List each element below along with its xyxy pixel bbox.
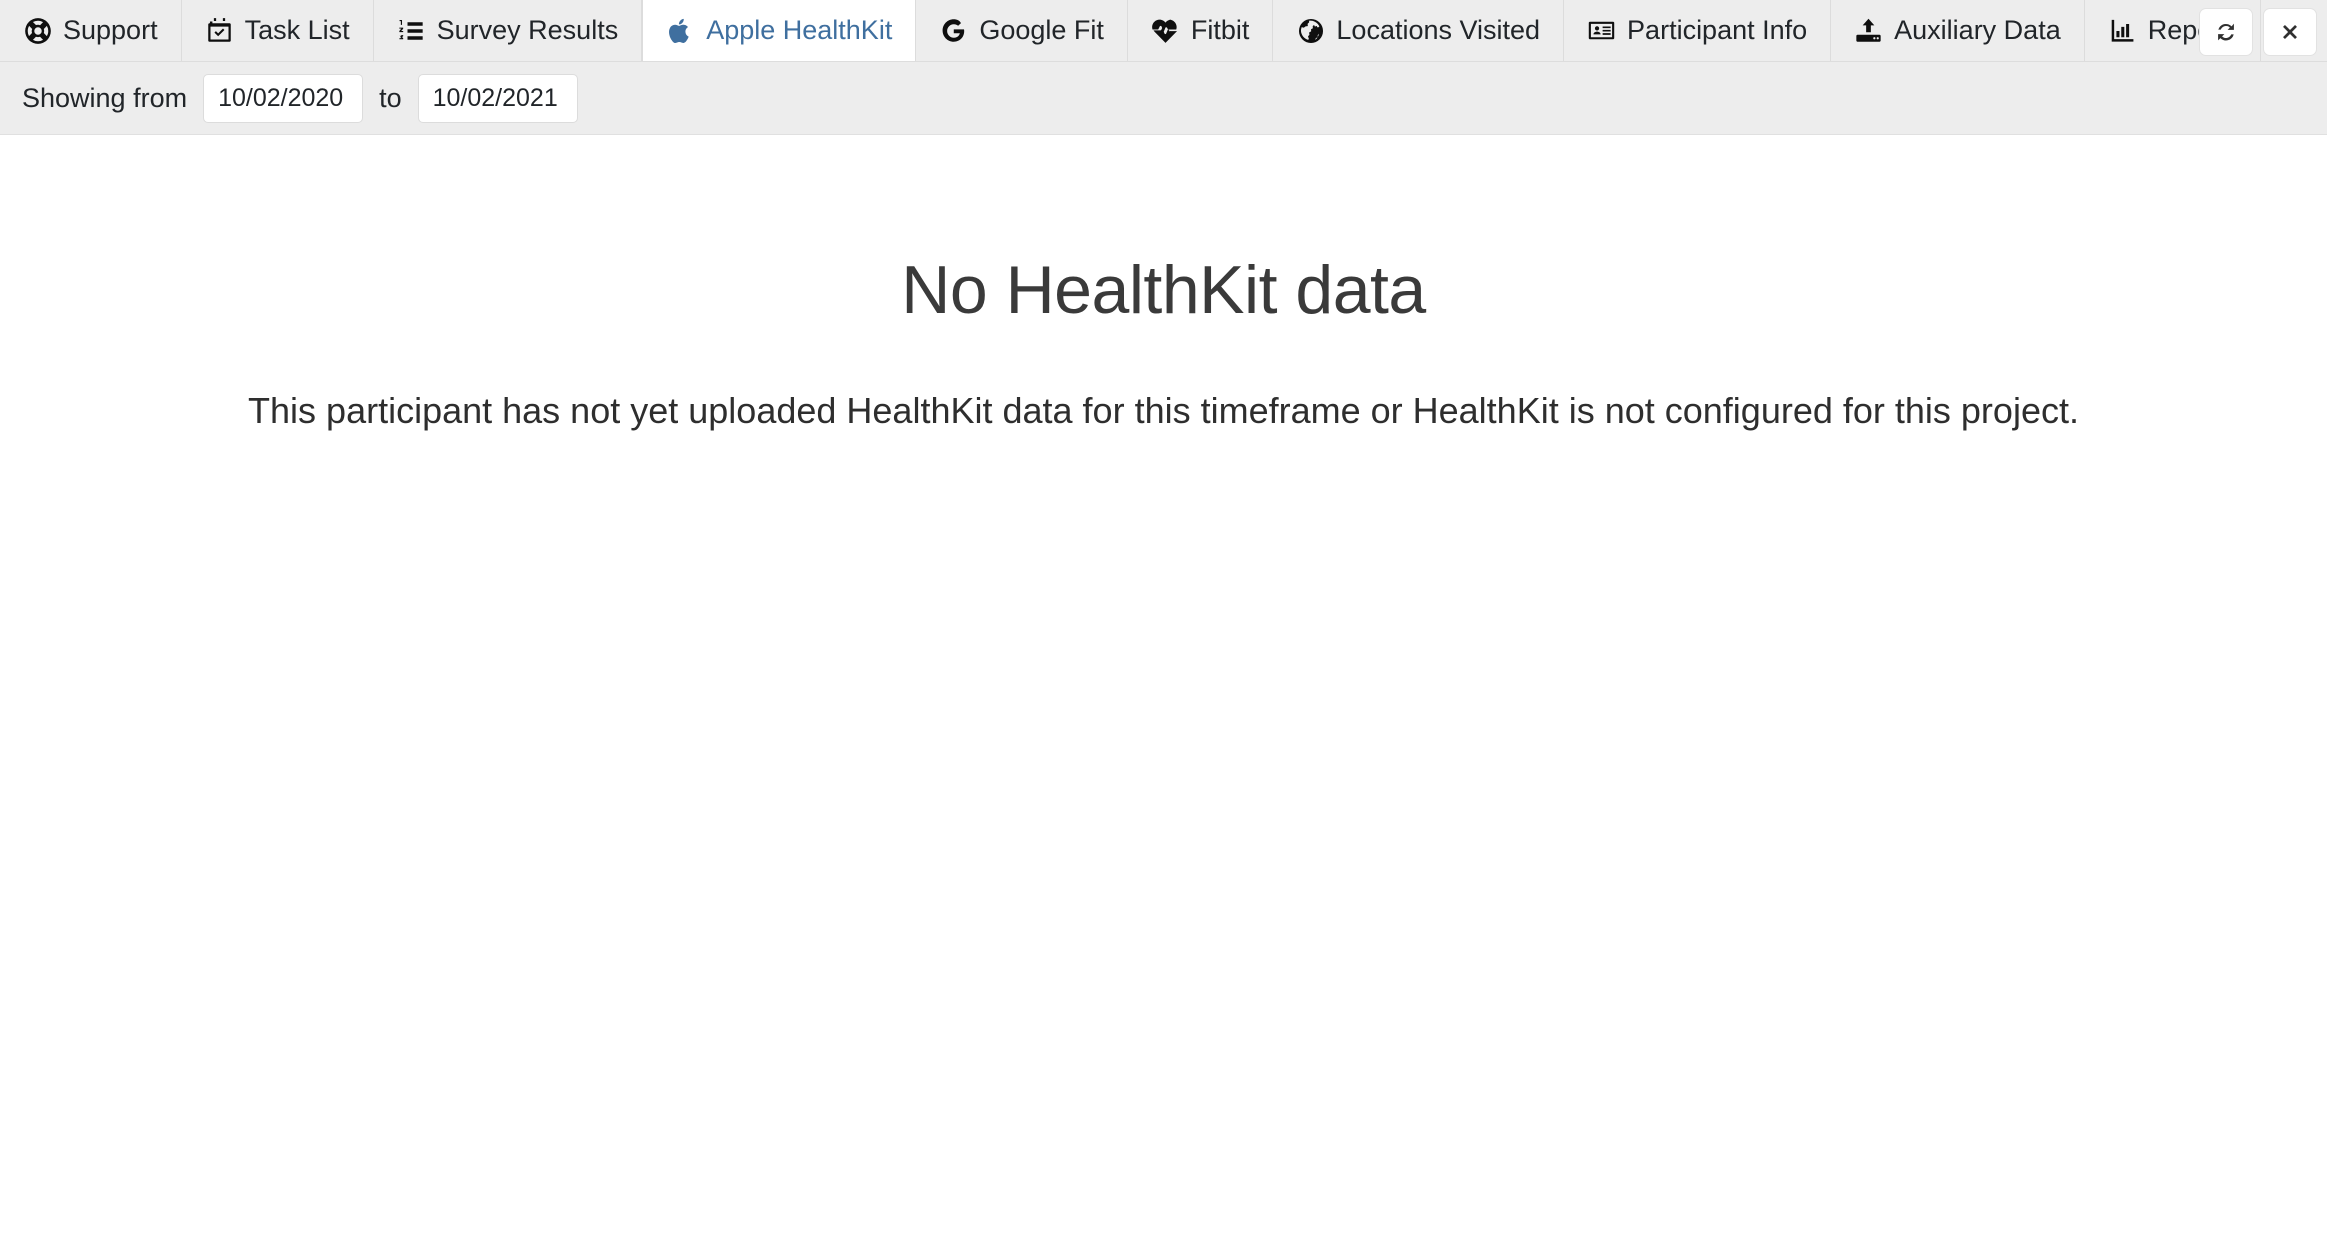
tab-locations-visited[interactable]: Locations Visited xyxy=(1273,0,1565,61)
refresh-button[interactable] xyxy=(2199,8,2253,56)
date-range-separator-label: to xyxy=(379,82,402,113)
tab-task-list[interactable]: Task List xyxy=(181,0,374,61)
calendar-check-icon xyxy=(205,16,234,45)
tab-label: Locations Visited xyxy=(1336,15,1541,45)
tab-bar-actions xyxy=(2199,8,2317,56)
empty-state: No HealthKit data This participant has n… xyxy=(0,135,2327,435)
tab-bar: Support Task List Survey Results Apple H… xyxy=(0,0,2327,62)
tab-label: Auxiliary Data xyxy=(1894,15,2061,45)
page-title: No HealthKit data xyxy=(901,252,1426,328)
life-ring-icon xyxy=(23,16,52,45)
empty-state-description: This participant has not yet uploaded He… xyxy=(248,389,2079,431)
id-card-icon xyxy=(1587,16,1616,45)
tab-survey-results[interactable]: Survey Results xyxy=(373,0,643,61)
tab-label: Task List xyxy=(244,15,350,45)
tab-support[interactable]: Support xyxy=(0,0,182,61)
google-icon xyxy=(939,16,968,45)
showing-from-label: Showing from xyxy=(22,82,188,113)
refresh-icon xyxy=(2214,20,2238,44)
tab-fitbit[interactable]: Fitbit xyxy=(1127,0,1274,61)
apple-icon xyxy=(666,16,695,45)
tab-auxiliary-data[interactable]: Auxiliary Data xyxy=(1831,0,2085,61)
tab-label: Participant Info xyxy=(1627,15,1808,45)
upload-icon xyxy=(1854,16,1883,45)
date-to-input[interactable] xyxy=(417,73,578,123)
tab-label: Fitbit xyxy=(1190,15,1250,45)
close-icon xyxy=(2279,21,2301,43)
numbered-list-icon xyxy=(397,16,426,45)
bar-chart-icon xyxy=(2108,16,2137,45)
tab-participant-info[interactable]: Participant Info xyxy=(1564,0,1832,61)
tab-label: Apple HealthKit xyxy=(706,15,893,45)
tab-label: Support xyxy=(63,15,158,45)
tab-label: Google Fit xyxy=(979,15,1104,45)
heartbeat-icon xyxy=(1151,16,1180,45)
date-filter-bar: Showing from to xyxy=(0,62,2327,135)
tab-google-fit[interactable]: Google Fit xyxy=(916,0,1128,61)
globe-icon xyxy=(1296,16,1325,45)
date-from-input[interactable] xyxy=(203,73,364,123)
tab-apple-healthkit[interactable]: Apple HealthKit xyxy=(642,0,917,61)
close-button[interactable] xyxy=(2263,8,2317,56)
tab-label: Survey Results xyxy=(436,15,619,45)
